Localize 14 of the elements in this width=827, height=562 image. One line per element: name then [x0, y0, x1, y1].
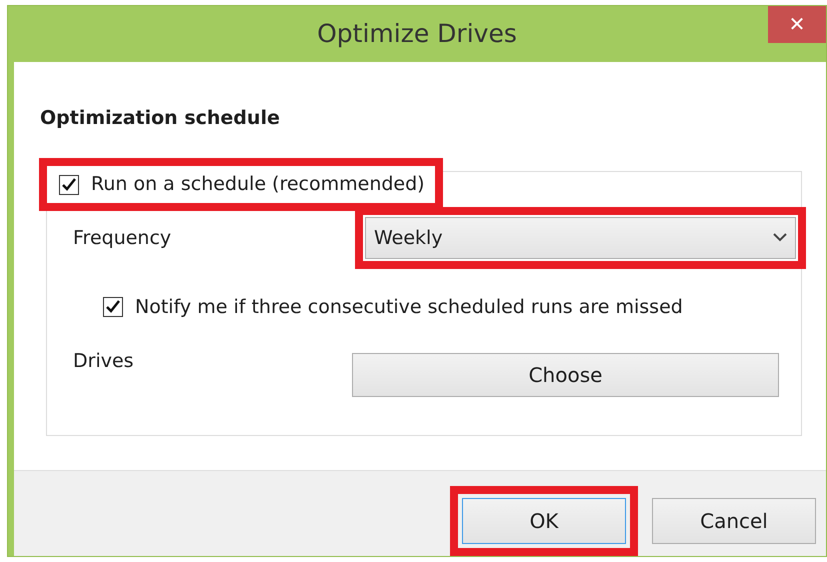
section-title: Optimization schedule — [40, 106, 281, 131]
window-title: Optimize Drives — [317, 18, 517, 50]
checkbox-label: Run on a schedule (recommended) — [91, 172, 425, 198]
drives-label: Drives — [73, 349, 134, 374]
chevron-down-icon — [773, 233, 787, 242]
checkbox[interactable] — [103, 297, 123, 317]
choose-button[interactable]: Choose — [352, 353, 779, 398]
cancel-button[interactable]: Cancel — [652, 498, 816, 544]
frequency-label: Frequency — [73, 226, 172, 250]
checkbox[interactable] — [59, 174, 79, 194]
checkbox-label: Notify me if three consecutive scheduled runs are missed — [135, 294, 683, 320]
ok-button[interactable]: OK — [462, 498, 626, 544]
frequency-dropdown[interactable]: Weekly — [365, 216, 796, 259]
close-button[interactable]: ✕ — [768, 6, 826, 43]
